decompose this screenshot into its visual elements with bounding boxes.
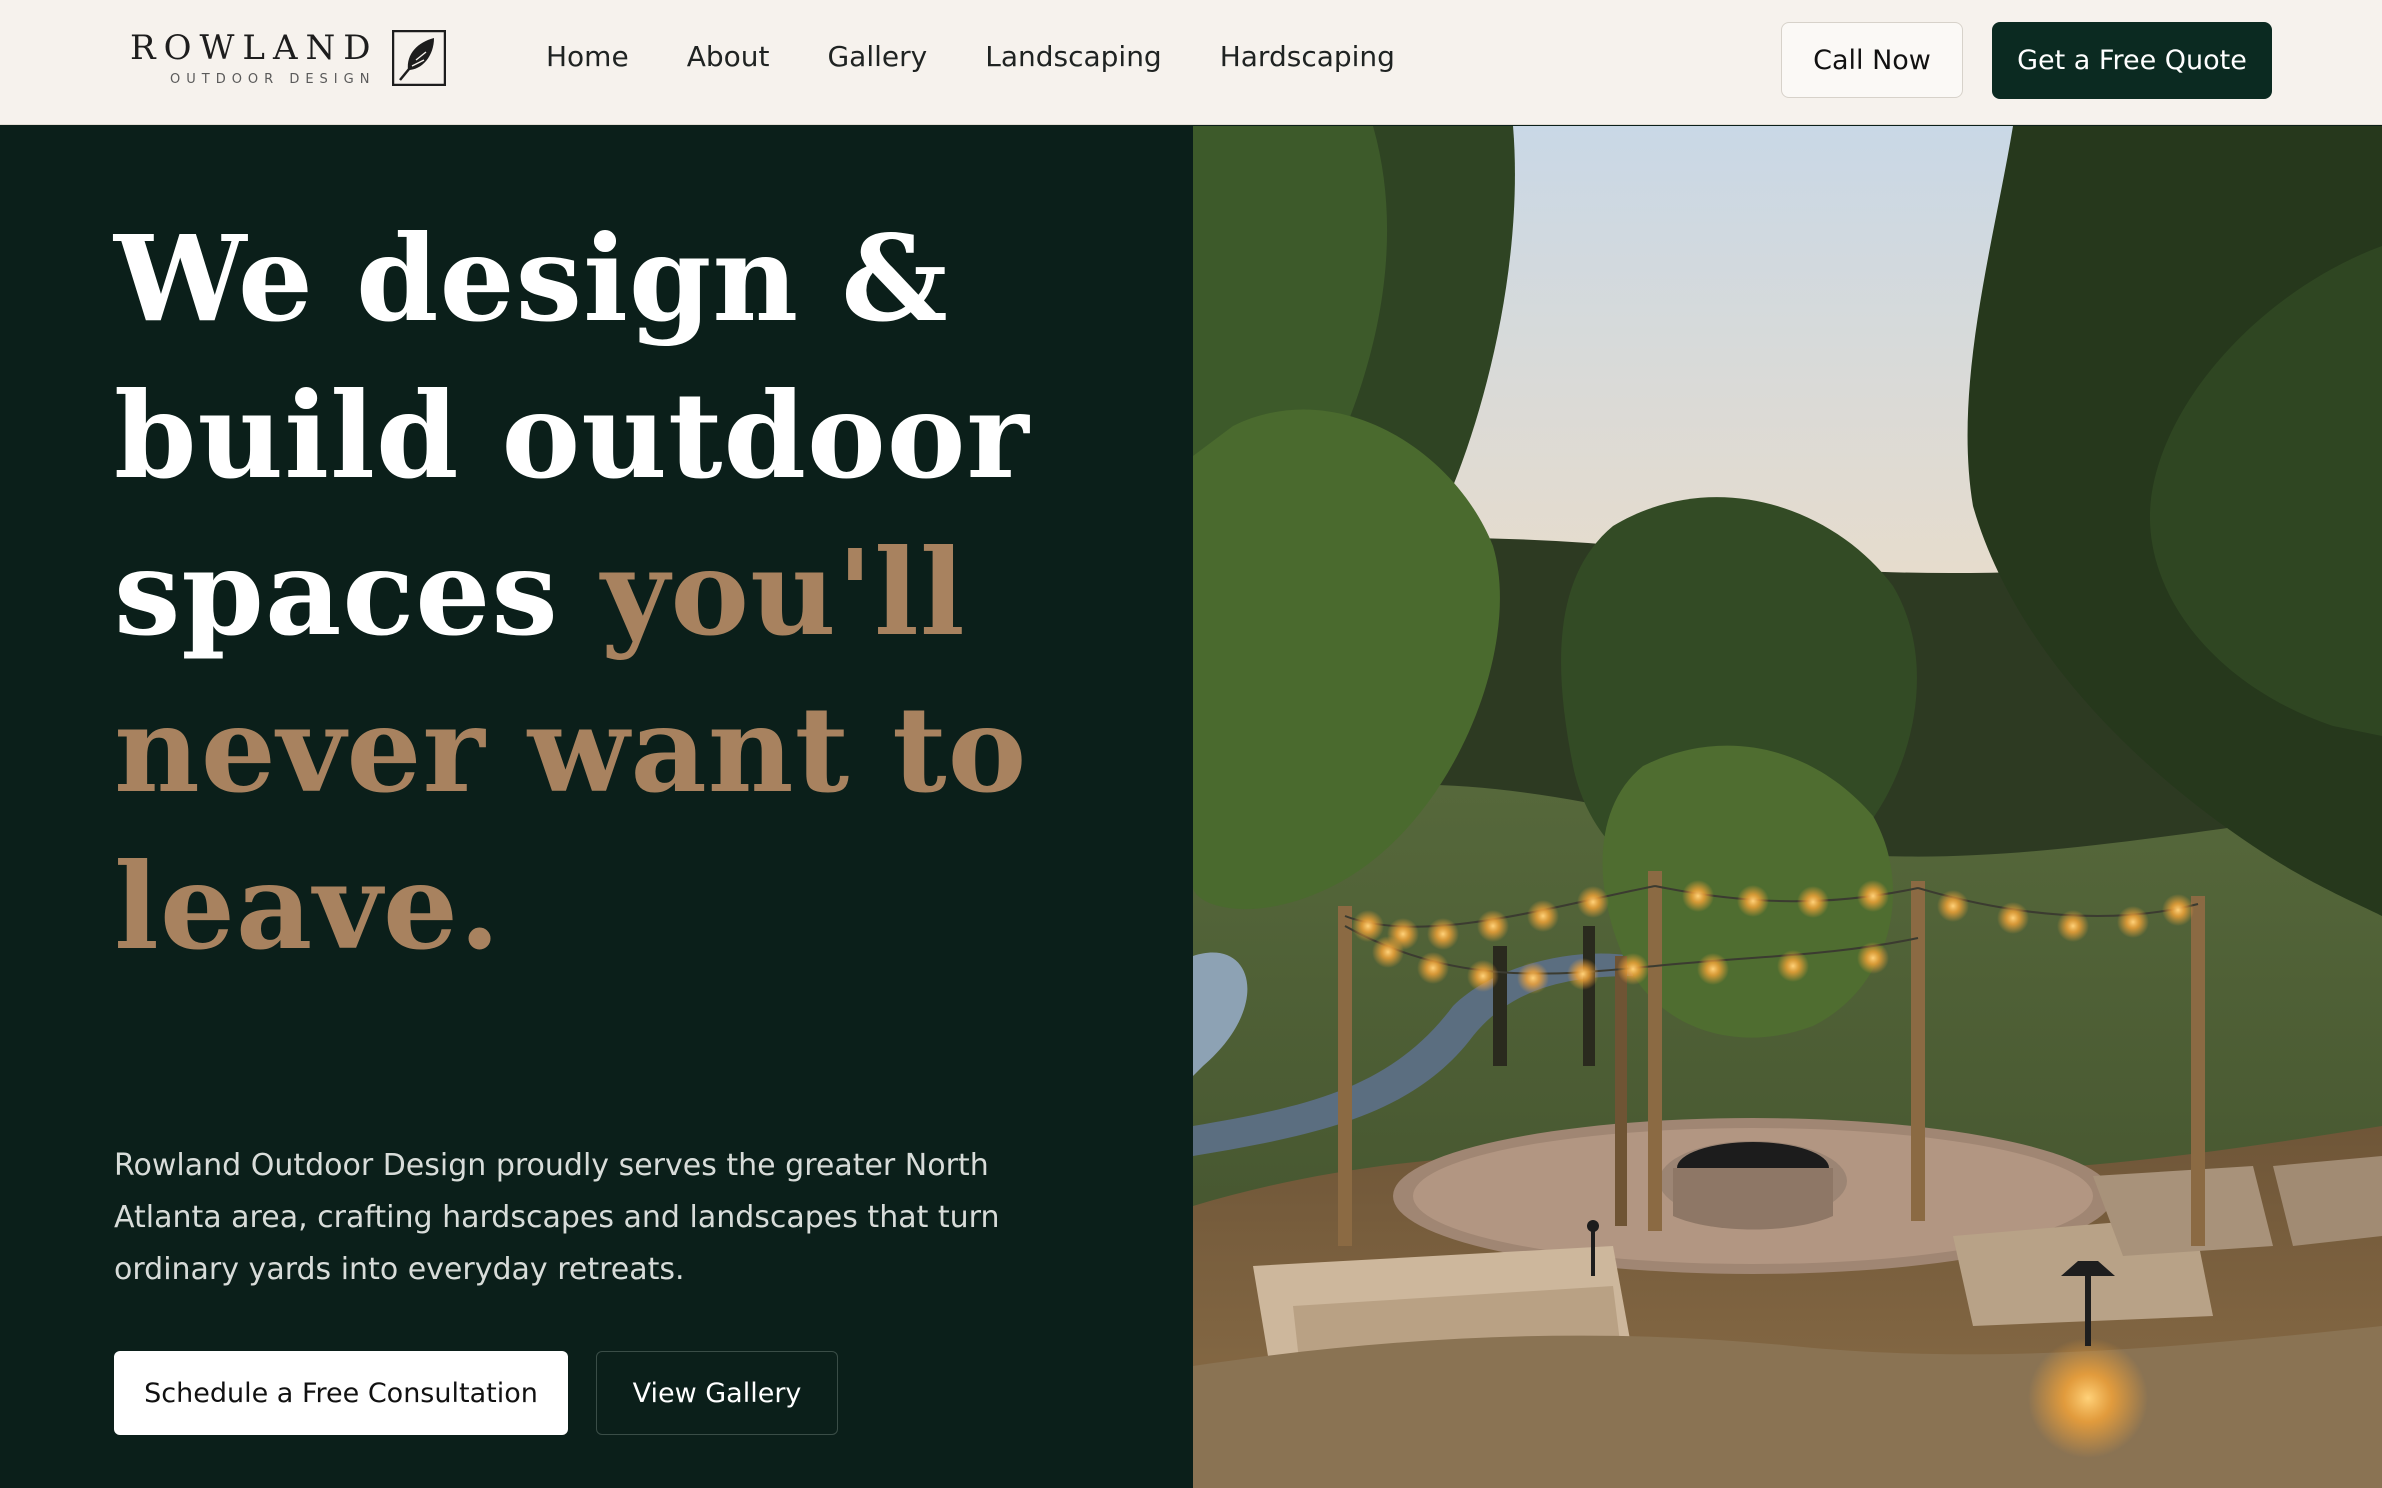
hero-description: Rowland Outdoor Design proudly serves th… [114, 1148, 1000, 1287]
site-header: ROWLAND OUTDOOR DESIGN Home About Galler… [0, 0, 2382, 125]
leaf-icon [392, 30, 446, 86]
logo-tagline: OUTDOOR DESIGN [170, 72, 376, 87]
hero-headline: We design & build outdoor spaces you'll … [114, 200, 1114, 985]
call-now-button[interactable]: Call Now [1781, 22, 1963, 98]
headline-line-1: We design & [114, 209, 949, 348]
headline-accent-1: you'll [600, 523, 966, 662]
logo[interactable]: ROWLAND OUTDOOR DESIGN [130, 28, 450, 92]
headline-accent-3: leave. [114, 837, 502, 976]
view-gallery-button[interactable]: View Gallery [596, 1351, 838, 1435]
headline-accent-2: never want to [114, 680, 1028, 819]
logo-wordmark: ROWLAND [130, 28, 379, 68]
fire-pit-patio-image [1193, 126, 2382, 1488]
free-quote-button[interactable]: Get a Free Quote [1992, 22, 2272, 99]
schedule-consultation-button[interactable]: Schedule a Free Consultation [114, 1351, 568, 1435]
main-nav: Home About Gallery Landscaping Hardscapi… [546, 40, 1395, 73]
nav-about[interactable]: About [687, 40, 770, 73]
nav-hardscaping[interactable]: Hardscaping [1220, 40, 1395, 73]
hero-photo [1193, 126, 2382, 1488]
headline-line-3: spaces [114, 523, 601, 662]
nav-gallery[interactable]: Gallery [827, 40, 927, 73]
nav-landscaping[interactable]: Landscaping [985, 40, 1162, 73]
headline-line-2: build outdoor [114, 366, 1030, 505]
nav-home[interactable]: Home [546, 40, 629, 73]
